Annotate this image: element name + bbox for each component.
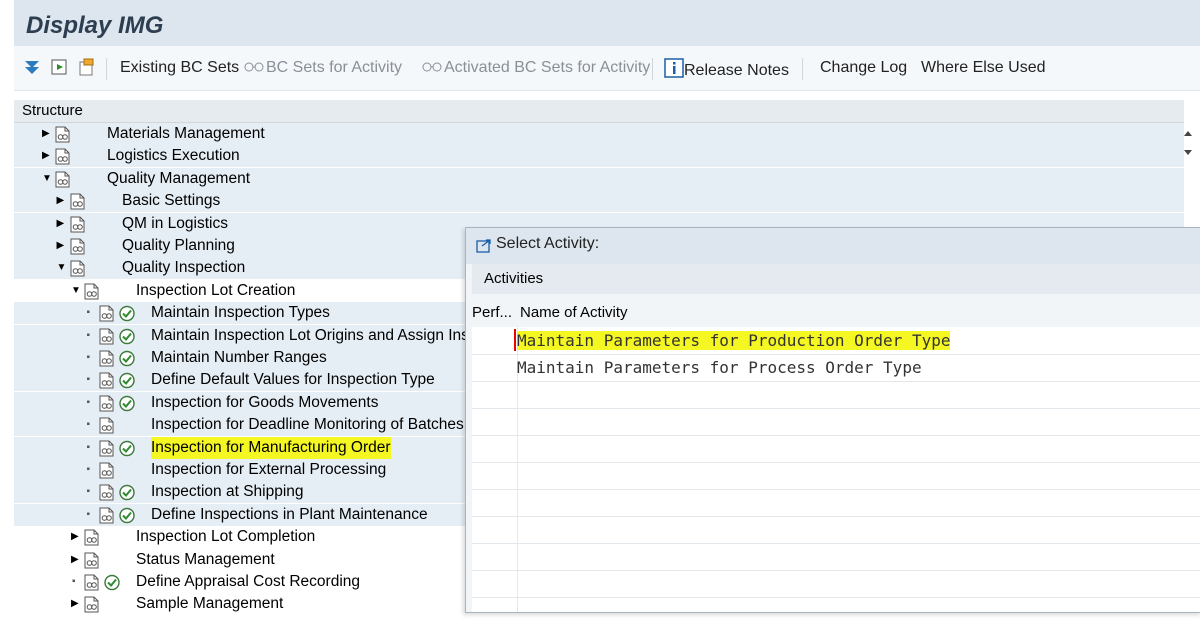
tree-node-label: QM in Logistics [122, 214, 228, 232]
tree-node-label: Maintain Number Ranges [151, 349, 327, 366]
bc-sets-for-activity-label: BC Sets for Activity [266, 59, 403, 77]
tree-node-label: Define Inspections in Plant Maintenance [151, 505, 428, 523]
tree-node-label: Inspection Lot Completion [136, 528, 316, 546]
leaf-bullet-icon: ▪ [86, 486, 91, 498]
bc-sets-for-activity-button[interactable]: BC Sets for Activity [244, 58, 402, 78]
activated-bc-sets-button[interactable]: Activated BC Sets for Activity [422, 58, 650, 78]
tree-node-label: Inspection Lot Creation [136, 281, 296, 299]
grid-line [472, 408, 1200, 409]
column-header: Perf... Name of Activity [472, 302, 1200, 326]
tree-node-label: Inspection for External Processing [151, 461, 387, 478]
leaf-bullet-icon: ▪ [86, 329, 91, 341]
tree-node[interactable]: ▶ Logistics Execution [14, 145, 1184, 168]
tree-node-label: Quality Management [107, 169, 251, 187]
tree-node-label: Define Appraisal Cost Recording [136, 573, 361, 590]
grid-line [472, 570, 1200, 571]
glasses-icon [422, 58, 444, 78]
scroll-arrows-icon [1184, 131, 1192, 155]
toolbar-separator [802, 58, 803, 80]
tree-node-label: Quality Inspection [122, 259, 246, 277]
leaf-bullet-icon: ▪ [86, 508, 91, 520]
tree-node-label: Maintain Inspection Lot Origins and Assi… [151, 326, 469, 344]
structure-header-label: Structure [22, 102, 83, 119]
tree-node-label: Basic Settings [122, 192, 221, 210]
tree-node-label: Sample Management [136, 595, 284, 613]
glasses-icon [244, 58, 266, 78]
expand-arrow-icon[interactable]: ▶ [71, 526, 79, 548]
dialog-title: Select Activity: [496, 235, 600, 252]
expand-arrow-icon[interactable]: ▶ [71, 593, 79, 615]
grid-line [472, 381, 1200, 382]
leaf-bullet-icon: ▪ [86, 374, 91, 386]
release-notes-button[interactable]: Release Notes [664, 58, 789, 80]
where-else-used-button[interactable]: Where Else Used [921, 58, 1046, 78]
grid-line [472, 489, 1200, 490]
activity-row[interactable]: Maintain Parameters for Process Order Ty… [472, 354, 1200, 381]
toolbar-separator [652, 58, 653, 80]
expand-arrow-icon[interactable]: ▶ [42, 145, 50, 167]
execute-icon[interactable] [50, 57, 70, 77]
leaf-bullet-icon: ▪ [72, 576, 76, 587]
expand-arrow-icon[interactable]: ▶ [42, 123, 50, 145]
tree-node-label: Inspection for Deadline Monitoring of Ba… [151, 416, 464, 434]
documentation-icon[interactable] [83, 596, 101, 620]
activities-label: Activities [484, 270, 544, 287]
tree-node[interactable]: ▶ Basic Settings [14, 190, 1184, 213]
tree-node[interactable]: ▼ Quality Management [14, 167, 1184, 190]
toolbar: Existing BC Sets BC Sets for Activity Ac… [14, 46, 1200, 91]
grid-line [472, 462, 1200, 463]
leaf-bullet-icon: ▪ [86, 352, 91, 363]
tree-node[interactable]: ▶ Materials Management [14, 123, 1184, 145]
tree-node-label: Define Default Values for Inspection Typ… [151, 371, 435, 389]
tree-node-label: Maintain Inspection Types [151, 304, 330, 322]
collapse-arrow-icon[interactable]: ▼ [71, 280, 81, 302]
leaf-bullet-icon: ▪ [86, 396, 91, 408]
grid-line [472, 435, 1200, 436]
dialog-body: Activities Perf... Name of Activity Main… [466, 264, 1200, 612]
activity-row[interactable]: Maintain Parameters for Production Order… [472, 327, 1200, 354]
grid-line [472, 516, 1200, 517]
expand-arrow-icon[interactable]: ▶ [57, 190, 65, 212]
documentation-icon[interactable] [76, 57, 96, 77]
change-log-button[interactable]: Change Log [820, 58, 907, 78]
activity-table: Maintain Parameters for Production Order… [472, 327, 1200, 612]
expand-arrow-icon[interactable]: ▶ [57, 213, 65, 235]
release-notes-label: Release Notes [684, 62, 789, 80]
tree-node-label: Quality Planning [122, 237, 235, 254]
tree-node-label: Materials Management [107, 125, 265, 142]
toolbar-separator [106, 58, 107, 80]
tree-node-label: Inspection for Goods Movements [151, 393, 379, 411]
window-title: Display IMG [26, 12, 164, 39]
info-icon [664, 58, 684, 84]
dialog-icon [476, 239, 491, 253]
select-activity-dialog: Select Activity: Activities Perf... Name… [465, 227, 1200, 613]
scrollbar[interactable] [1176, 122, 1200, 212]
leaf-bullet-icon: ▪ [86, 464, 91, 475]
collapse-arrow-icon[interactable]: ▼ [42, 168, 52, 190]
grid-line [472, 597, 1200, 598]
structure-header: Structure [14, 100, 1184, 123]
tree-node-label: Inspection at Shipping [151, 483, 304, 501]
collapse-arrow-icon[interactable]: ▼ [57, 257, 67, 279]
expand-arrow-icon[interactable]: ▶ [57, 235, 65, 257]
tree-node-label: Logistics Execution [107, 147, 240, 165]
tree-node-label: Inspection for Manufacturing Order [151, 436, 391, 459]
tree-node-label: Status Management [136, 550, 275, 568]
column-perf[interactable]: Perf... [472, 304, 512, 321]
leaf-bullet-icon: ▪ [86, 419, 91, 431]
column-name-of-activity[interactable]: Name of Activity [520, 304, 628, 321]
leaf-bullet-icon: ▪ [86, 307, 91, 319]
leaf-bullet-icon: ▪ [86, 441, 91, 453]
dialog-title-bar[interactable]: Select Activity: [466, 228, 1200, 264]
activated-bc-sets-label: Activated BC Sets for Activity [444, 59, 651, 77]
activity-name: Maintain Parameters for Process Order Ty… [517, 358, 922, 377]
existing-bc-sets-button[interactable]: Existing BC Sets [120, 58, 239, 78]
activities-section-header: Activities [472, 264, 1200, 294]
activity-name: Maintain Parameters for Production Order… [517, 331, 951, 350]
expand-icon[interactable] [22, 57, 42, 77]
expand-arrow-icon[interactable]: ▶ [71, 549, 79, 571]
title-bar: Display IMG [14, 0, 1200, 46]
grid-line [472, 543, 1200, 544]
